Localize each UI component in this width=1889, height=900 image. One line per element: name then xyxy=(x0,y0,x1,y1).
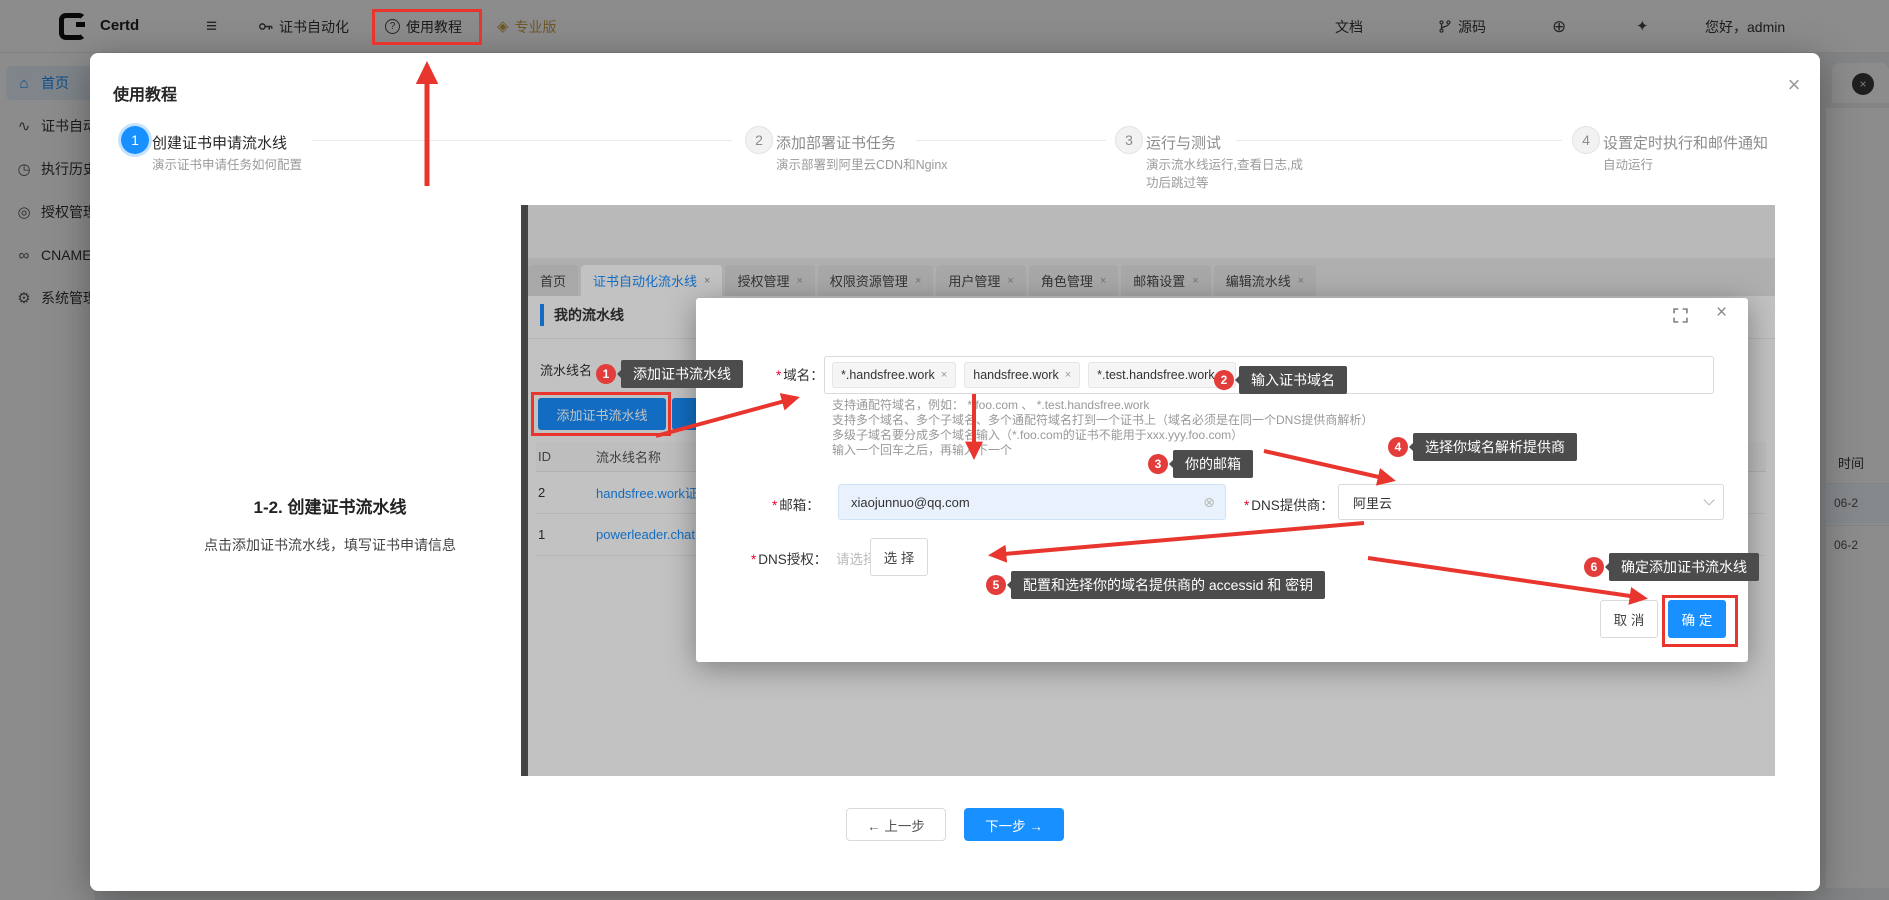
ok-button[interactable]: 确 定 xyxy=(1668,600,1726,638)
step-1-desc: 演示证书申请任务如何配置 xyxy=(152,156,324,174)
domain-help-line: 支持多个域名、多个子域名、多个通配符域名打到一个证书上（域名必须是在同一个DNS… xyxy=(832,413,1373,428)
modal-title: 使用教程 xyxy=(113,81,177,105)
step-4-desc: 自动运行 xyxy=(1603,156,1775,174)
add-pipeline-dialog: × *域名： *.handsfree.work× handsfree.work×… xyxy=(696,298,1748,662)
tutorial-screenshot: 首页 证书自动化流水线× 授权管理× 权限资源管理× 用户管理× 角色管理× 邮… xyxy=(521,205,1775,776)
domain-help-line: 多级子域名要分成多个域名输入（*.foo.com的证书不能用于xxx.yyy.f… xyxy=(832,428,1243,443)
step-3-title: 运行与测试 xyxy=(1146,132,1221,153)
domain-help-line: 输入一个回车之后，再输入下一个 xyxy=(832,443,1012,458)
next-step-button[interactable]: 下一步 → xyxy=(964,808,1064,841)
step-4-indicator: 4 xyxy=(1572,126,1600,154)
step-3-desc: 演示流水线运行,查看日志,成功后跳过等 xyxy=(1146,156,1306,192)
dialog-close-icon[interactable]: × xyxy=(1716,302,1727,324)
prev-step-button[interactable]: ← 上一步 xyxy=(846,808,946,841)
fullscreen-icon[interactable] xyxy=(1673,308,1688,323)
caption-title: 1-2. 创建证书流水线 xyxy=(180,493,480,518)
clear-icon[interactable]: ⊗ xyxy=(1203,494,1215,511)
step-2-indicator: 2 xyxy=(745,126,773,154)
domain-input[interactable]: *.handsfree.work× handsfree.work× *.test… xyxy=(824,356,1714,394)
step-connector xyxy=(312,140,732,141)
dns-provider-select[interactable]: 阿里云 xyxy=(1338,484,1724,520)
step-connector xyxy=(916,140,1106,141)
chevron-down-icon xyxy=(1703,494,1714,505)
step-2-title: 添加部署证书任务 xyxy=(776,132,896,153)
tag-close-icon[interactable]: × xyxy=(1221,369,1227,381)
tutorial-modal: 使用教程 × 1 创建证书申请流水线 演示证书申请任务如何配置 2 添加部署证书… xyxy=(90,53,1820,891)
cancel-button[interactable]: 取 消 xyxy=(1600,600,1658,638)
step-1-indicator: 1 xyxy=(121,126,149,154)
tag-close-icon[interactable]: × xyxy=(1065,369,1071,381)
screen: Certd ≡ 证书自动化 ? 使用教程 ◈ 专业版 文档 源码 ⊕ ✦ xyxy=(0,0,1889,900)
tutorial-caption: 1-2. 创建证书流水线 点击添加证书流水线，填写证书申请信息 xyxy=(180,493,480,555)
tag-close-icon[interactable]: × xyxy=(941,369,947,381)
dns-auth-label: *DNS授权： xyxy=(751,548,827,568)
step-connector xyxy=(1236,140,1562,141)
step-4-title: 设置定时执行和邮件通知 xyxy=(1603,132,1768,153)
step-1-title: 创建证书申请流水线 xyxy=(152,132,287,153)
domain-tag: handsfree.work× xyxy=(964,362,1080,388)
domain-label: *域名： xyxy=(776,364,824,384)
step-3-indicator: 3 xyxy=(1115,126,1143,154)
email-label: *邮箱： xyxy=(772,494,820,514)
caption-subtitle: 点击添加证书流水线，填写证书申请信息 xyxy=(180,535,480,555)
step-2-desc: 演示部署到阿里云CDN和Nginx xyxy=(776,156,948,174)
domain-tag: *.test.handsfree.work× xyxy=(1088,362,1236,388)
domain-help-line: 支持通配符域名，例如： *.foo.com 、 *.test.handsfree… xyxy=(832,398,1149,413)
domain-tag: *.handsfree.work× xyxy=(832,362,956,388)
email-field[interactable]: xiaojunnuo@qq.com ⊗ xyxy=(838,484,1226,520)
dns-provider-label: *DNS提供商： xyxy=(1244,494,1334,514)
modal-close-icon[interactable]: × xyxy=(1780,71,1808,99)
dns-auth-choose-button[interactable]: 选 择 xyxy=(870,538,928,576)
